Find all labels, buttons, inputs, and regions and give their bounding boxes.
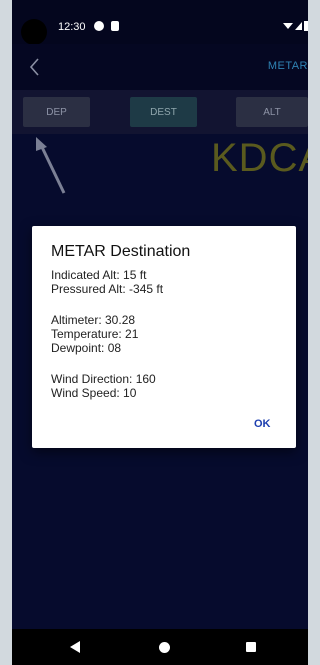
dewpoint-text: Dewpoint: 08 — [51, 341, 122, 355]
back-chevron-icon[interactable] — [26, 56, 44, 78]
nav-recents-icon[interactable] — [246, 642, 256, 652]
tab-dep[interactable]: DEP — [23, 97, 90, 127]
status-bar: 12:30 — [12, 0, 308, 45]
front-camera — [21, 19, 47, 45]
nav-back-icon[interactable] — [69, 640, 81, 654]
temperature-text: Temperature: 21 — [51, 327, 139, 341]
metar-dialog: METAR Destination Indicated Alt: 15 ft P… — [32, 226, 296, 448]
ok-button[interactable]: OK — [250, 416, 275, 432]
sd-card-icon — [111, 21, 119, 31]
dialog-title: METAR Destination — [51, 243, 191, 260]
wind-direction-text: Wind Direction: 160 — [51, 372, 156, 386]
notification-icon — [94, 21, 104, 31]
signal-battery-icon — [283, 21, 308, 31]
toolbar-title: METAR — [267, 60, 308, 72]
wind-speed-text: Wind Speed: 10 — [51, 386, 137, 400]
pressured-alt-text: Pressured Alt: -345 ft — [51, 282, 164, 296]
airport-tab-strip: DEP DEST ALT — [12, 90, 308, 134]
tab-dest[interactable]: DEST — [130, 97, 197, 127]
app-screen: 12:30 METAR DEP DEST ALT KDCA METAR Dest… — [12, 0, 308, 665]
nav-home-icon[interactable] — [159, 642, 170, 653]
status-time: 12:30 — [58, 21, 86, 33]
system-navigation-bar — [12, 629, 308, 665]
tab-alt[interactable]: ALT — [236, 97, 308, 127]
app-toolbar: METAR — [12, 44, 308, 90]
altimeter-text: Altimeter: 30.28 — [51, 313, 136, 327]
indicated-alt-text: Indicated Alt: 15 ft — [51, 268, 147, 282]
